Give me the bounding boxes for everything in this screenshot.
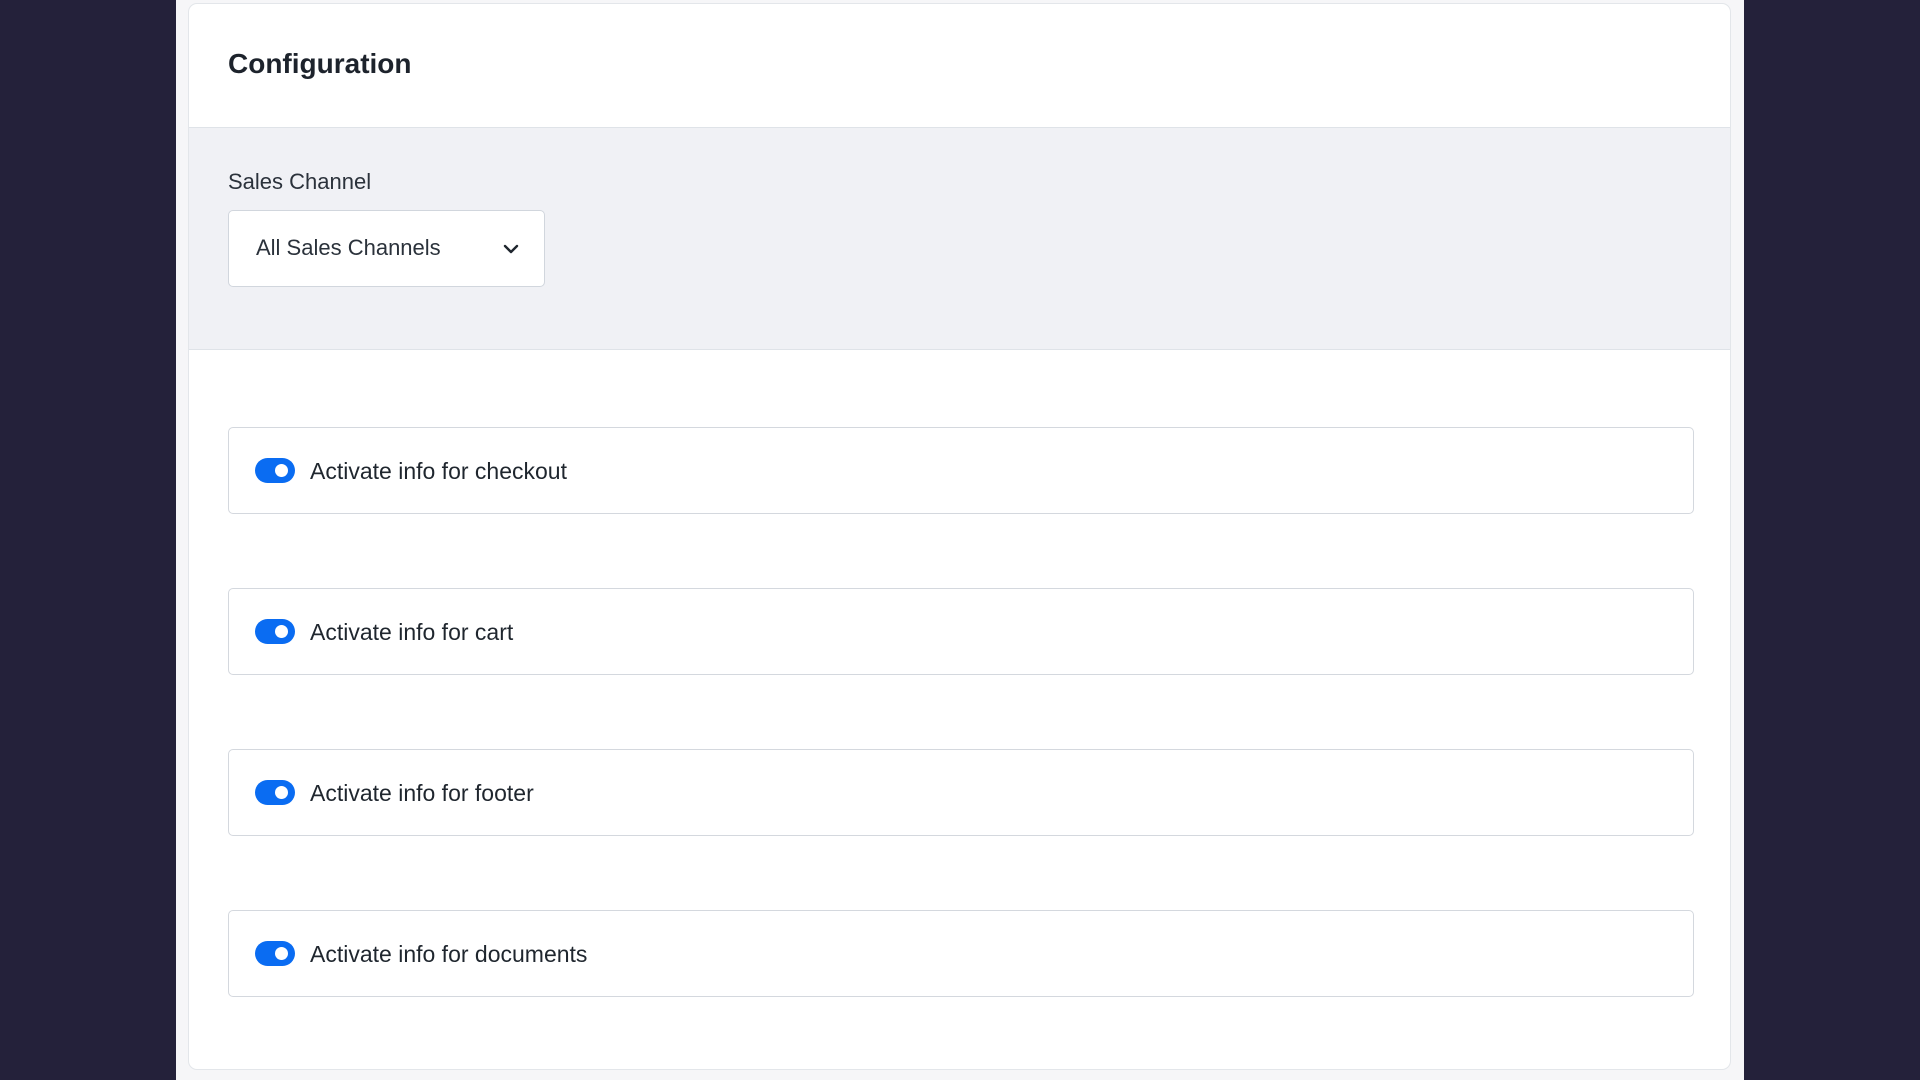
chevron-down-icon — [503, 244, 519, 254]
sales-channel-label: Sales Channel — [228, 169, 372, 194]
documents-info-label: Activate info for documents — [310, 941, 588, 967]
footer-info-label: Activate info for footer — [310, 780, 534, 806]
configuration-card: Configuration Sales Channel All Sales Ch… — [188, 3, 1731, 1070]
switch-knob — [275, 786, 288, 799]
sales-channel-selected-value: All Sales Channels — [256, 235, 441, 260]
switch-knob — [275, 947, 288, 960]
cart-info-label: Activate info for cart — [310, 619, 514, 645]
toggle-row-checkout: Activate info for checkout — [228, 427, 1694, 514]
toggle-row-cart: Activate info for cart — [228, 588, 1694, 675]
toggle-row-documents: Activate info for documents — [228, 910, 1694, 997]
footer-info-switch[interactable] — [255, 780, 295, 805]
toggle-row-footer: Activate info for footer — [228, 749, 1694, 836]
checkout-info-switch[interactable] — [255, 458, 295, 483]
checkout-info-label: Activate info for checkout — [310, 458, 567, 484]
documents-info-switch[interactable] — [255, 941, 295, 966]
switch-knob — [275, 464, 288, 477]
card-header: Configuration — [189, 4, 1730, 128]
card-title: Configuration — [228, 48, 412, 79]
sales-channel-filter: Sales Channel All Sales Channels — [189, 128, 1730, 350]
sales-channel-select[interactable]: All Sales Channels — [228, 210, 545, 287]
cart-info-switch[interactable] — [255, 619, 295, 644]
switch-knob — [275, 625, 288, 638]
